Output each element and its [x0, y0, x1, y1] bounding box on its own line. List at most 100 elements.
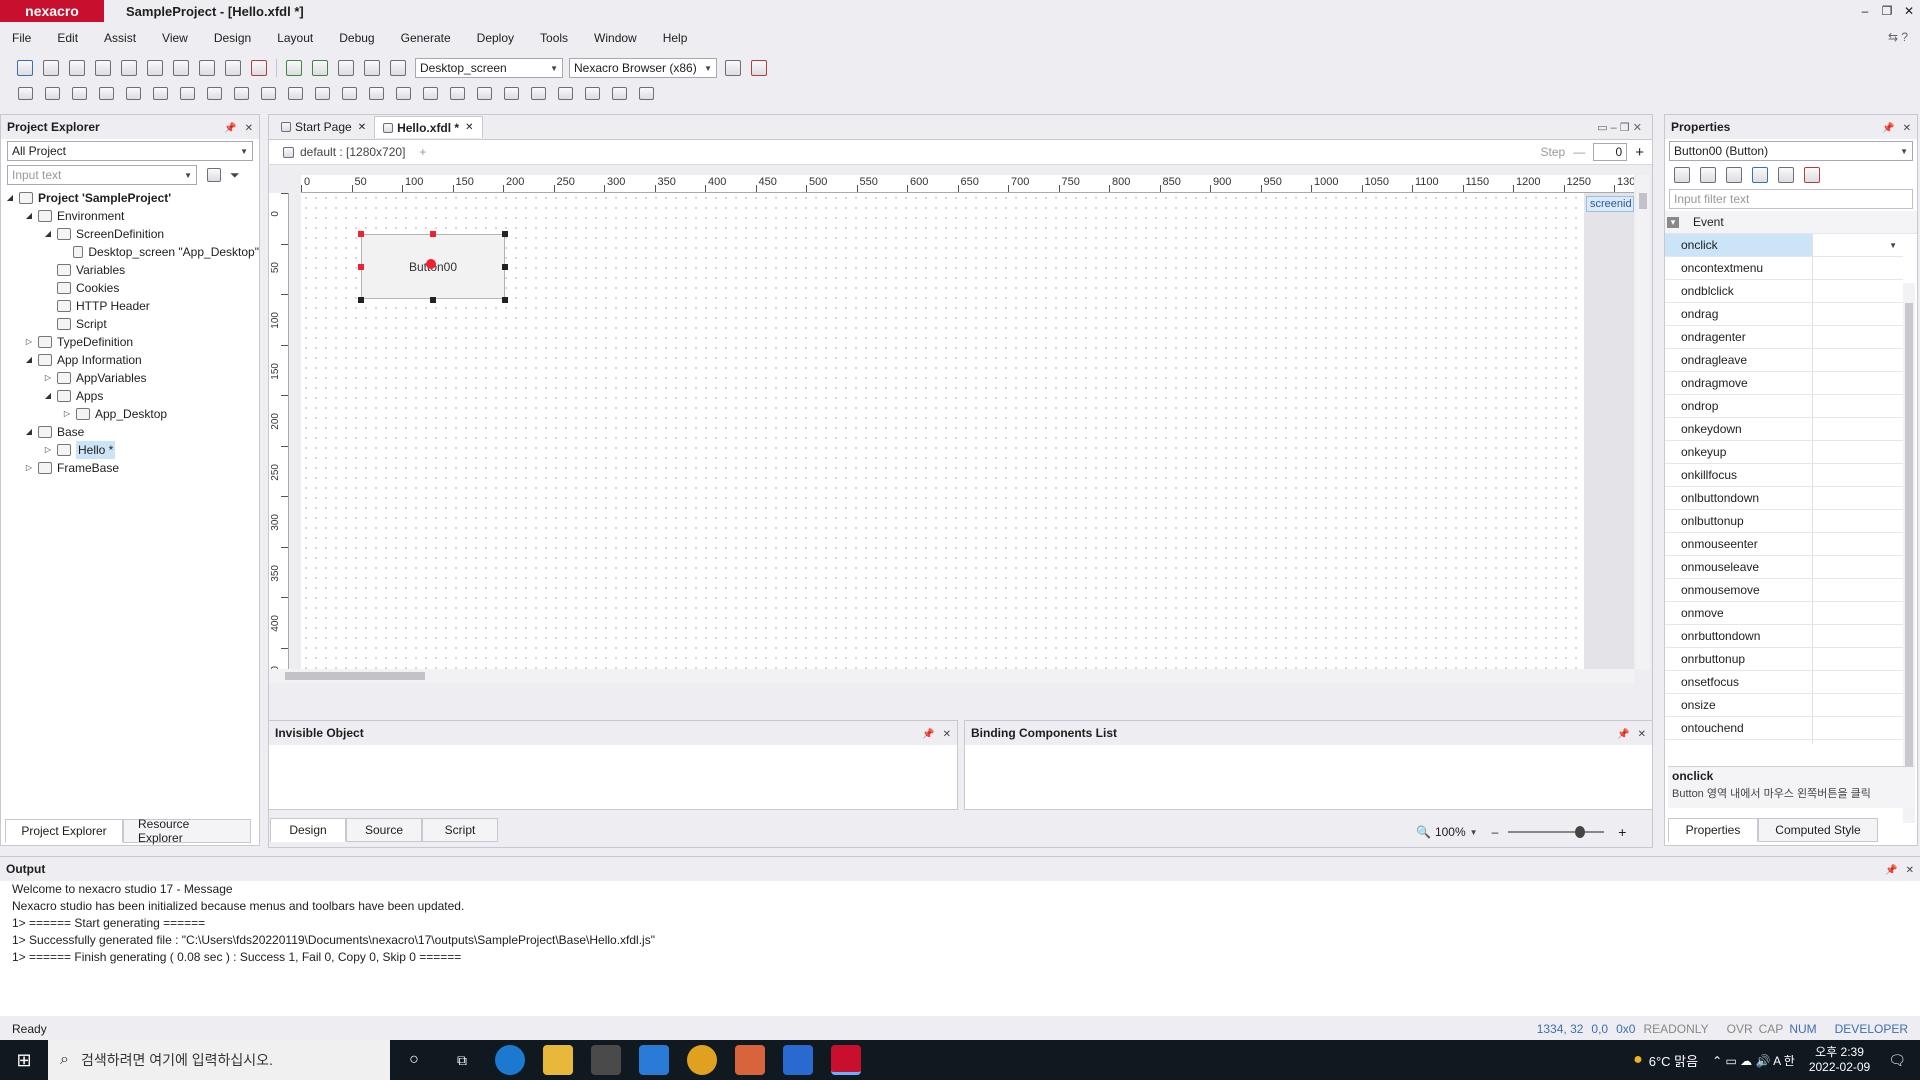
- close-icon[interactable]: ✕: [1906, 865, 1914, 876]
- menu-icon[interactable]: [423, 86, 438, 100]
- tab-hello-xfdl[interactable]: Hello.xfdl * ✕: [374, 116, 483, 138]
- tab-script[interactable]: Script: [422, 818, 498, 842]
- chevron-down-icon[interactable]: ▼: [1470, 828, 1478, 837]
- tab-start-page[interactable]: Start Page ✕: [273, 116, 374, 138]
- properties-icon[interactable]: [1726, 167, 1742, 183]
- windows-start-icon[interactable]: ⊞: [0, 1050, 48, 1071]
- horizontal-scrollbar[interactable]: [269, 669, 1634, 683]
- filter-icon[interactable]: ⏷: [230, 168, 240, 183]
- event-row[interactable]: onsetfocus: [1665, 671, 1903, 694]
- tab-project-explorer[interactable]: Project Explorer: [5, 819, 123, 843]
- object-select[interactable]: Button00 (Button) ▼: [1669, 141, 1913, 161]
- app-icon[interactable]: [783, 1045, 813, 1075]
- resize-handle[interactable]: [502, 231, 508, 237]
- menu-deploy[interactable]: Deploy: [477, 31, 514, 45]
- explorer-search-input[interactable]: Input text ▼: [7, 165, 197, 185]
- event-value[interactable]: [1813, 533, 1903, 555]
- resize-handle[interactable]: [358, 231, 364, 237]
- expand-icon[interactable]: ▷: [62, 405, 72, 423]
- checkbox-icon[interactable]: [315, 86, 330, 100]
- expand-icon[interactable]: ◢: [24, 351, 34, 369]
- list-icon[interactable]: [639, 86, 654, 100]
- edit-icon[interactable]: [126, 86, 141, 100]
- edit-icon[interactable]: [1778, 167, 1794, 183]
- add-layout-button[interactable]: +: [419, 145, 426, 159]
- event-row[interactable]: ondblclick: [1665, 280, 1903, 303]
- tab-design[interactable]: Design: [270, 818, 346, 842]
- refresh-icon[interactable]: [364, 60, 380, 76]
- event-value[interactable]: [1813, 349, 1903, 371]
- menu-window[interactable]: Window: [594, 31, 637, 45]
- step-input[interactable]: 0: [1593, 143, 1628, 161]
- event-value[interactable]: [1813, 303, 1903, 325]
- event-row[interactable]: onlbuttondown: [1665, 487, 1903, 510]
- event-group-header[interactable]: ▾ Event: [1665, 211, 1917, 234]
- menu-help[interactable]: Help: [663, 31, 688, 45]
- vertical-scrollbar[interactable]: [1636, 175, 1650, 669]
- close-icon[interactable]: ✕: [358, 122, 366, 133]
- step-plus-button[interactable]: +: [1635, 144, 1644, 161]
- expand-icon[interactable]: ◢: [24, 207, 34, 225]
- tree-item[interactable]: ◢ ScreenDefinition: [5, 225, 259, 243]
- tab-source[interactable]: Source: [346, 818, 422, 842]
- screen-select[interactable]: Desktop_screen ▼: [415, 58, 563, 78]
- layout-label[interactable]: default : [1280x720]: [300, 145, 405, 159]
- minimize-button[interactable]: –: [1854, 4, 1876, 18]
- event-row[interactable]: ondragleave: [1665, 349, 1903, 372]
- paint-icon[interactable]: [735, 1045, 765, 1075]
- event-value[interactable]: [1813, 556, 1903, 578]
- event-row[interactable]: onmouseenter: [1665, 533, 1903, 556]
- resize-handle[interactable]: [430, 297, 436, 303]
- generate-all-icon[interactable]: [312, 60, 328, 76]
- property-scrollbar[interactable]: [1903, 283, 1915, 823]
- pin-icon[interactable]: 📌: [922, 729, 934, 740]
- plugin-icon[interactable]: [585, 86, 600, 100]
- expand-icon[interactable]: ▷: [43, 441, 53, 459]
- tab-icon[interactable]: [396, 86, 411, 100]
- tree-item[interactable]: ◢ Base: [5, 423, 259, 441]
- pin-icon[interactable]: 📌: [1882, 123, 1894, 134]
- tab-computed-style[interactable]: Computed Style: [1758, 818, 1878, 842]
- tree-item[interactable]: Desktop_screen "App_Desktop": [5, 243, 259, 261]
- nexacro-taskbar-icon[interactable]: [831, 1045, 861, 1075]
- generate-icon[interactable]: [286, 60, 302, 76]
- chrome-icon[interactable]: [687, 1045, 717, 1075]
- browser-select[interactable]: Nexacro Browser (x86) ▼: [569, 58, 717, 78]
- tab-resource-explorer[interactable]: Resource Explorer: [123, 817, 251, 845]
- close-icon[interactable]: ✕: [245, 123, 253, 134]
- window-controls-icon[interactable]: ▭ – ❐ ✕: [1597, 121, 1642, 134]
- event-row[interactable]: onmousemove: [1665, 579, 1903, 602]
- event-row[interactable]: onkeyup: [1665, 441, 1903, 464]
- tree-item[interactable]: Cookies: [5, 279, 259, 297]
- output-log[interactable]: Welcome to nexacro studio 17 - Message Ne…: [0, 881, 1920, 966]
- select-icon[interactable]: [18, 86, 33, 100]
- event-row[interactable]: onrbuttondown: [1665, 625, 1903, 648]
- search-icon[interactable]: [207, 168, 221, 182]
- progress-icon[interactable]: [558, 86, 573, 100]
- notification-icon[interactable]: 🗨: [1888, 1052, 1906, 1069]
- maximize-button[interactable]: ❐: [1876, 4, 1898, 18]
- event-value[interactable]: [1813, 602, 1903, 624]
- event-value[interactable]: [1813, 395, 1903, 417]
- quick-view-icon[interactable]: [751, 60, 767, 76]
- menu-assist[interactable]: Assist: [104, 31, 136, 45]
- event-value[interactable]: [1813, 418, 1903, 440]
- menu-debug[interactable]: Debug: [339, 31, 374, 45]
- event-value[interactable]: [1813, 510, 1903, 532]
- table-icon[interactable]: [369, 86, 384, 100]
- event-row[interactable]: onrbuttonup: [1665, 648, 1903, 671]
- filter-input[interactable]: Input filter text: [1669, 189, 1913, 209]
- sync-icon[interactable]: [390, 60, 406, 76]
- tab-properties[interactable]: Properties: [1668, 818, 1758, 842]
- event-row[interactable]: onkeydown: [1665, 418, 1903, 441]
- tray-icons[interactable]: ⇆ ?: [1888, 30, 1908, 44]
- menu-tools[interactable]: Tools: [540, 31, 568, 45]
- expand-icon[interactable]: ◢: [43, 387, 53, 405]
- event-value[interactable]: [1813, 717, 1903, 739]
- screenid-badge[interactable]: screenid: [1586, 196, 1634, 212]
- mail-icon[interactable]: [639, 1045, 669, 1075]
- cortana-icon[interactable]: ○: [390, 1051, 438, 1069]
- static-icon[interactable]: [207, 86, 222, 100]
- event-row[interactable]: onclick ▼: [1665, 234, 1903, 257]
- event-value[interactable]: [1813, 441, 1903, 463]
